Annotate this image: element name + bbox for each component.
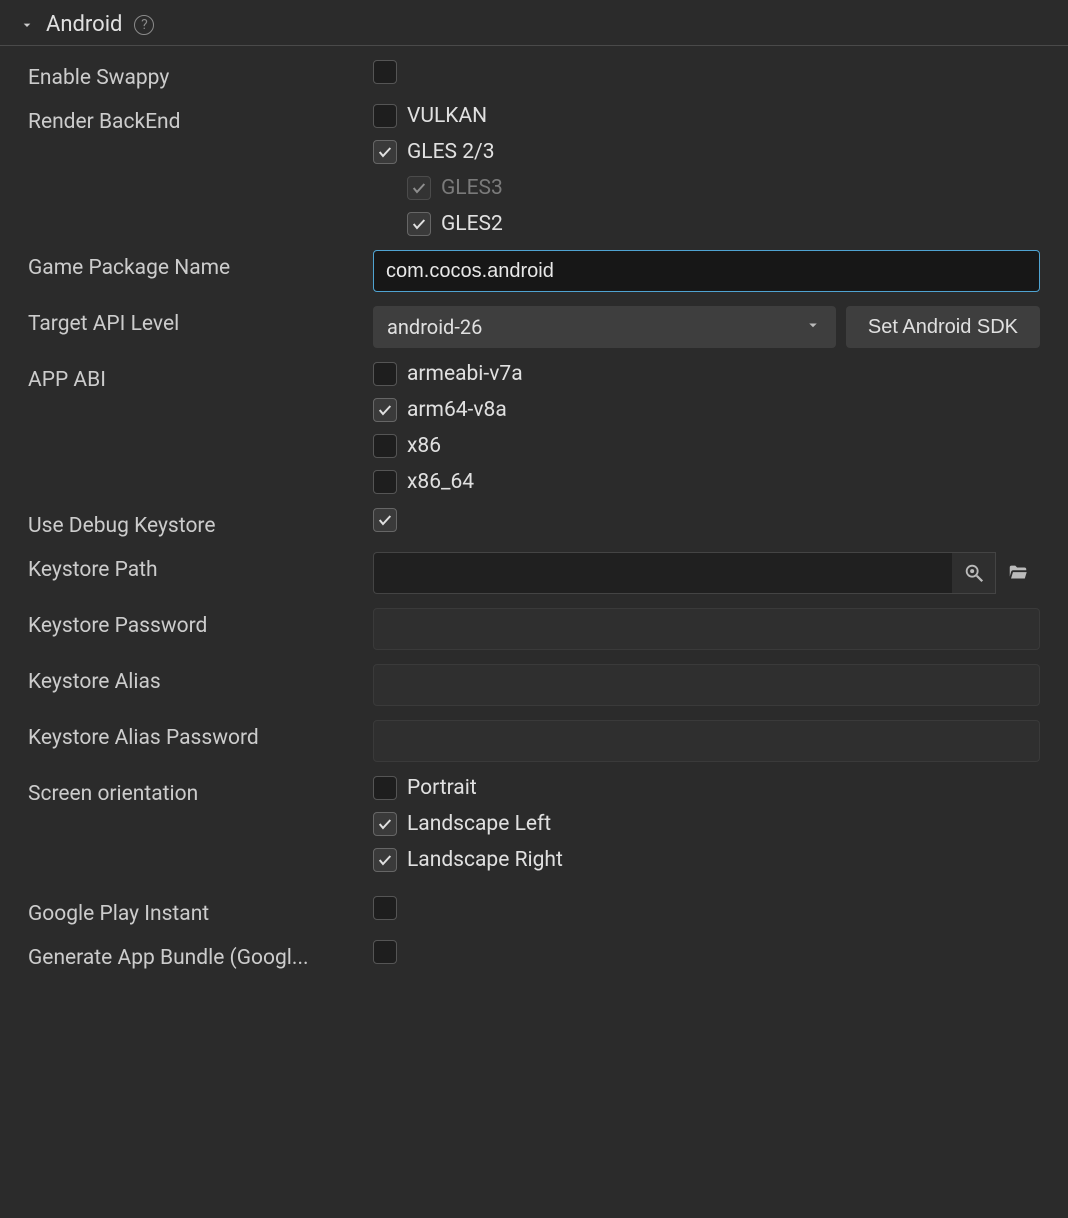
landscape-left-label: Landscape Left [407,812,551,836]
keystore-password-label: Keystore Password [28,608,373,638]
arm64-v8a-label: arm64-v8a [407,398,507,422]
use-debug-keystore-label: Use Debug Keystore [28,508,373,538]
x86-64-checkbox[interactable] [373,470,397,494]
gles23-label: GLES 2/3 [407,140,495,164]
app-abi-label: APP ABI [28,362,373,392]
google-play-instant-label: Google Play Instant [28,896,373,926]
vulkan-checkbox[interactable] [373,104,397,128]
keystore-password-input[interactable] [373,608,1040,650]
target-api-level-select[interactable]: android-26 [373,306,836,348]
google-play-instant-checkbox[interactable] [373,896,397,920]
landscape-right-label: Landscape Right [407,848,563,872]
enable-swappy-label: Enable Swappy [28,60,373,90]
keystore-alias-label: Keystore Alias [28,664,373,694]
target-api-level-label: Target API Level [28,306,373,336]
render-backend-label: Render BackEnd [28,104,373,134]
game-package-name-input[interactable] [373,250,1040,292]
target-api-level-value: android-26 [387,315,482,339]
help-icon[interactable]: ? [134,15,154,35]
vulkan-label: VULKAN [407,104,487,128]
arm64-v8a-checkbox[interactable] [373,398,397,422]
x86-checkbox[interactable] [373,434,397,458]
gles2-checkbox[interactable] [407,212,431,236]
gles2-label: GLES2 [441,212,503,236]
android-form: Enable Swappy Render BackEnd VULKAN GLES… [0,60,1068,970]
generate-app-bundle-checkbox[interactable] [373,940,397,964]
set-android-sdk-button[interactable]: Set Android SDK [846,306,1040,348]
search-icon [963,562,985,584]
screen-orientation-label: Screen orientation [28,776,373,806]
keystore-alias-password-input[interactable] [373,720,1040,762]
game-package-name-label: Game Package Name [28,250,373,280]
landscape-right-checkbox[interactable] [373,848,397,872]
chevron-down-icon [18,16,36,34]
armeabi-v7a-label: armeabi-v7a [407,362,523,386]
gles3-label: GLES3 [441,176,503,200]
gles3-checkbox [407,176,431,200]
keystore-path-input[interactable] [373,552,952,594]
landscape-left-checkbox[interactable] [373,812,397,836]
keystore-alias-input[interactable] [373,664,1040,706]
portrait-checkbox[interactable] [373,776,397,800]
enable-swappy-checkbox[interactable] [373,60,397,84]
chevron-down-icon [804,315,822,339]
portrait-label: Portrait [407,776,477,800]
section-title: Android [46,12,122,37]
gles23-checkbox[interactable] [373,140,397,164]
section-header[interactable]: Android ? [0,0,1068,46]
folder-open-icon [1007,562,1029,584]
keystore-alias-password-label: Keystore Alias Password [28,720,373,750]
use-debug-keystore-checkbox[interactable] [373,508,397,532]
keystore-path-search-button[interactable] [952,552,996,594]
generate-app-bundle-label: Generate App Bundle (Googl... [28,940,373,970]
x86-label: x86 [407,434,441,458]
x86-64-label: x86_64 [407,470,474,494]
armeabi-v7a-checkbox[interactable] [373,362,397,386]
keystore-path-browse-button[interactable] [996,552,1040,594]
keystore-path-label: Keystore Path [28,552,373,582]
